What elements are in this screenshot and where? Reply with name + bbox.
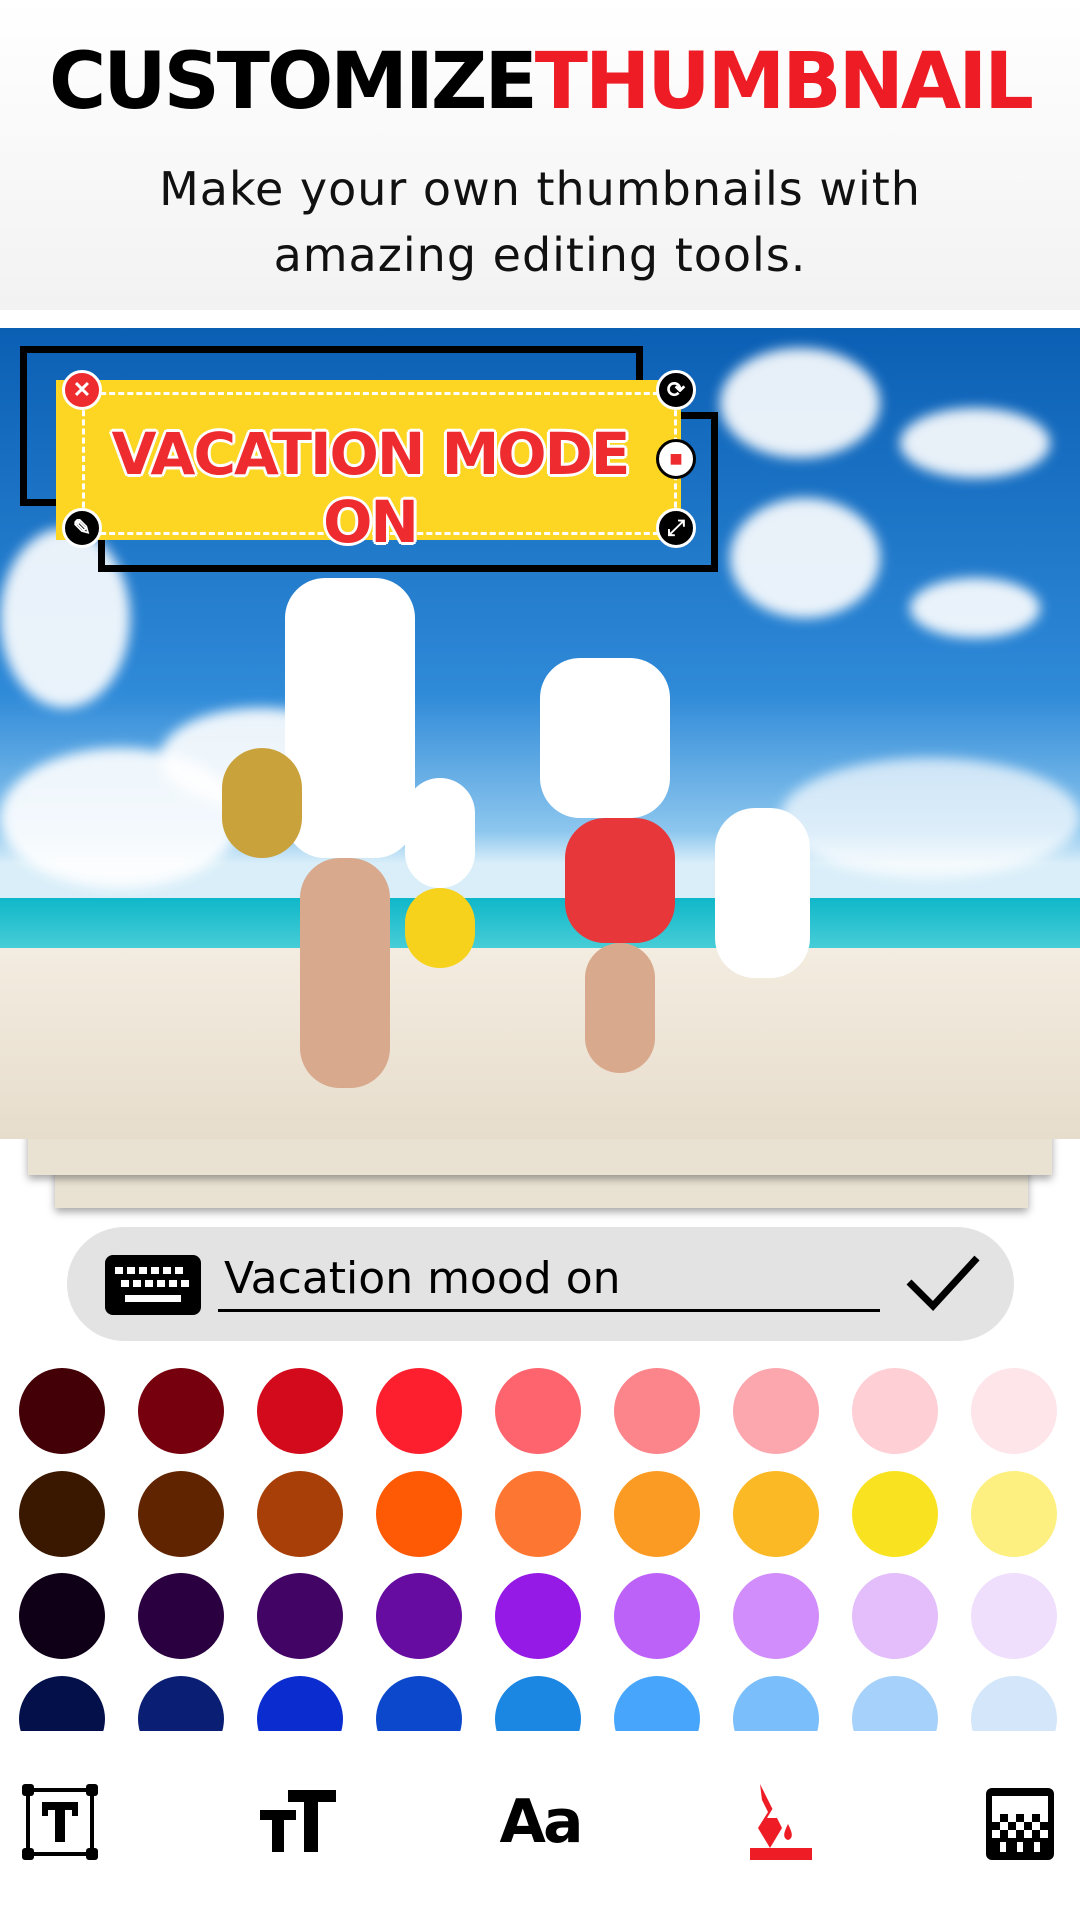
keyboard-icon[interactable] bbox=[105, 1255, 201, 1315]
color-swatch[interactable] bbox=[852, 1368, 938, 1454]
color-swatch[interactable] bbox=[614, 1675, 700, 1731]
color-swatch[interactable] bbox=[376, 1470, 462, 1557]
color-swatch[interactable] bbox=[971, 1470, 1057, 1557]
color-swatch[interactable] bbox=[138, 1675, 224, 1731]
color-swatch[interactable] bbox=[614, 1368, 700, 1454]
color-swatch[interactable] bbox=[495, 1675, 581, 1731]
toolbar-font[interactable]: Aa bbox=[499, 1782, 584, 1862]
toolbar-text-size[interactable] bbox=[258, 1782, 338, 1862]
color-swatch[interactable] bbox=[495, 1368, 581, 1454]
color-swatch[interactable] bbox=[733, 1675, 819, 1731]
sticker-text[interactable]: VACATION MODE ON bbox=[60, 420, 680, 556]
delete-icon[interactable]: ■ bbox=[656, 439, 696, 479]
color-swatch[interactable] bbox=[733, 1368, 819, 1454]
close-icon[interactable]: ✕ bbox=[62, 370, 102, 410]
text-input[interactable] bbox=[218, 1248, 880, 1312]
text-size-icon bbox=[260, 1790, 336, 1852]
person bbox=[285, 578, 415, 858]
title-part-1: CUSTOMIZE bbox=[48, 37, 538, 127]
color-swatch[interactable] bbox=[257, 1675, 343, 1731]
fill-color-icon bbox=[750, 1784, 812, 1860]
color-swatch[interactable] bbox=[376, 1675, 462, 1731]
text-box-icon bbox=[22, 1784, 98, 1860]
color-swatch[interactable] bbox=[495, 1470, 581, 1557]
color-swatch[interactable] bbox=[614, 1470, 700, 1557]
color-swatch[interactable] bbox=[138, 1470, 224, 1557]
subtitle: Make your own thumbnails with amazing edi… bbox=[0, 156, 1080, 288]
color-swatch[interactable] bbox=[971, 1368, 1057, 1454]
font-icon: Aa bbox=[499, 1787, 584, 1857]
color-swatch[interactable] bbox=[19, 1368, 105, 1454]
toolbar-opacity[interactable] bbox=[980, 1782, 1060, 1862]
color-swatch[interactable] bbox=[138, 1573, 224, 1659]
page-title: CUSTOMIZETHUMBNAIL bbox=[0, 34, 1080, 130]
color-swatch[interactable] bbox=[971, 1675, 1057, 1731]
color-swatch[interactable] bbox=[257, 1368, 343, 1454]
color-swatch[interactable] bbox=[733, 1573, 819, 1659]
subtitle-line-1: Make your own thumbnails with bbox=[159, 162, 921, 216]
color-swatch[interactable] bbox=[138, 1368, 224, 1454]
color-swatch[interactable] bbox=[495, 1573, 581, 1659]
color-palette bbox=[0, 1368, 1080, 1731]
color-swatch[interactable] bbox=[376, 1573, 462, 1659]
toolbar-text-box[interactable] bbox=[20, 1782, 100, 1862]
color-swatch[interactable] bbox=[733, 1470, 819, 1557]
rotate-icon[interactable]: ⟳ bbox=[656, 370, 696, 410]
color-swatch[interactable] bbox=[257, 1573, 343, 1659]
color-swatch[interactable] bbox=[971, 1573, 1057, 1659]
color-swatch[interactable] bbox=[376, 1368, 462, 1454]
confirm-check-icon[interactable] bbox=[905, 1252, 981, 1312]
color-swatch[interactable] bbox=[852, 1675, 938, 1731]
resize-icon[interactable]: ⤢ bbox=[656, 508, 696, 548]
color-swatch[interactable] bbox=[614, 1573, 700, 1659]
color-swatch[interactable] bbox=[19, 1470, 105, 1557]
subtitle-line-2: amazing editing tools. bbox=[273, 228, 807, 282]
color-swatch[interactable] bbox=[852, 1573, 938, 1659]
header: CUSTOMIZETHUMBNAIL Make your own thumbna… bbox=[0, 0, 1080, 310]
color-swatch[interactable] bbox=[852, 1470, 938, 1557]
color-swatch[interactable] bbox=[19, 1675, 105, 1731]
title-part-2: THUMBNAIL bbox=[534, 37, 1034, 127]
color-swatch[interactable] bbox=[257, 1470, 343, 1557]
opacity-pattern-icon bbox=[986, 1788, 1054, 1860]
edit-pencil-icon[interactable]: ✎ bbox=[62, 508, 102, 548]
toolbar-fill-color[interactable] bbox=[740, 1782, 820, 1862]
color-swatch[interactable] bbox=[19, 1573, 105, 1659]
